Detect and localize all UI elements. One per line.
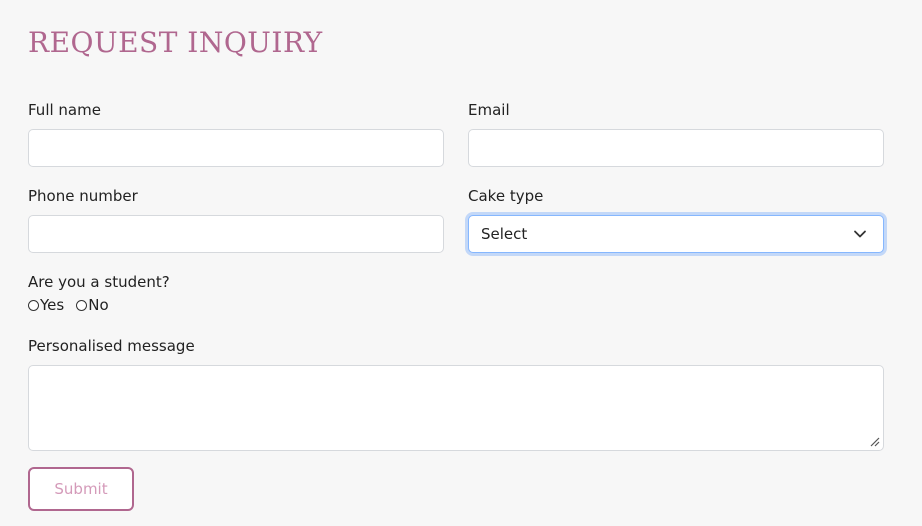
full-name-label: Full name [28, 101, 101, 119]
chevron-down-icon [854, 230, 866, 238]
student-radio-group: Yes No [28, 296, 121, 314]
email-input[interactable] [469, 130, 883, 166]
student-yes-label: Yes [40, 296, 65, 314]
submit-button[interactable]: Submit [28, 467, 134, 511]
inquiry-form-page: REQUEST INQUIRY Full name Email Phone nu… [0, 0, 922, 526]
student-question-label: Are you a student? [28, 273, 170, 291]
phone-input[interactable] [29, 216, 443, 252]
message-textarea[interactable] [28, 365, 884, 451]
cake-type-label: Cake type [468, 187, 544, 205]
cake-type-select[interactable]: Select [468, 215, 884, 253]
cake-type-selected-value: Select [481, 225, 528, 243]
phone-label: Phone number [28, 187, 138, 205]
page-title: REQUEST INQUIRY [28, 26, 323, 59]
student-no-label: No [88, 296, 109, 314]
message-label: Personalised message [28, 337, 195, 355]
phone-field-wrapper [28, 215, 444, 253]
student-no-radio[interactable] [76, 299, 88, 311]
full-name-field-wrapper [28, 129, 444, 167]
email-field-wrapper [468, 129, 884, 167]
student-yes-radio[interactable] [28, 299, 39, 311]
full-name-input[interactable] [29, 130, 443, 166]
email-label: Email [468, 101, 510, 119]
resize-handle-icon[interactable] [870, 437, 880, 447]
